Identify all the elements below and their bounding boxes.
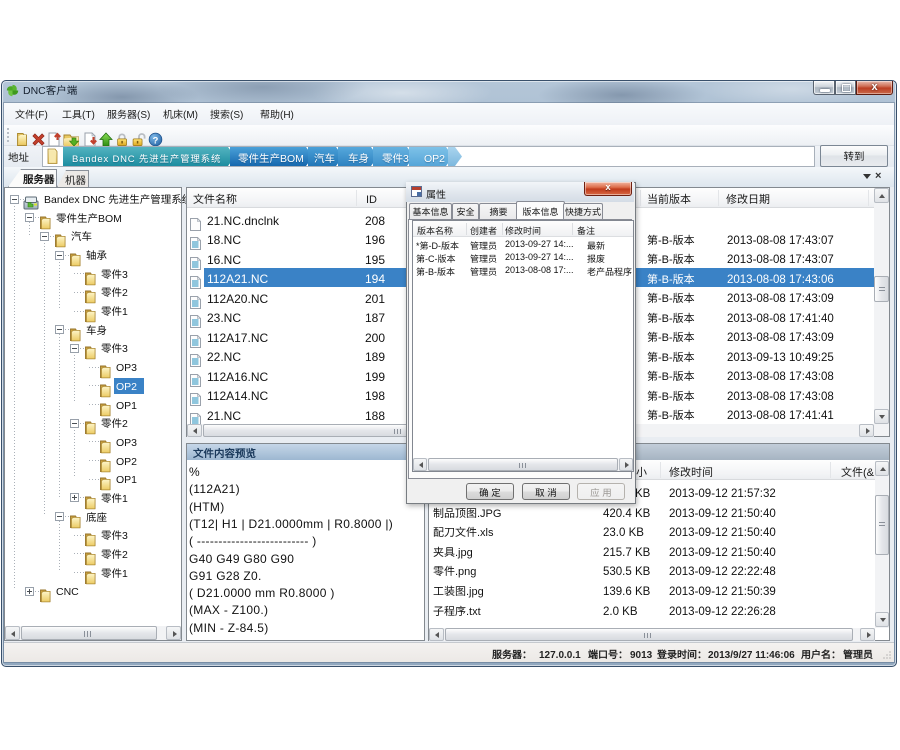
svg-text:?: ? — [153, 135, 159, 145]
